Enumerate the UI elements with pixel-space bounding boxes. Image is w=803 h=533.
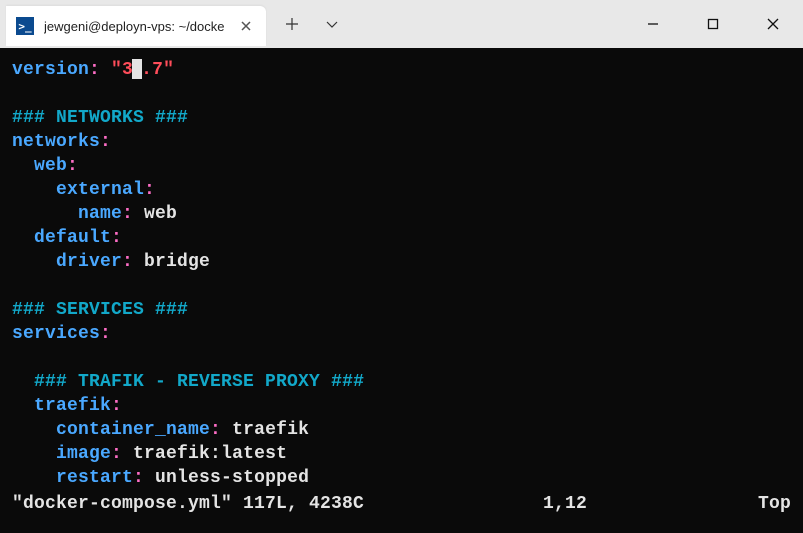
- status-cursorpos: 1,12: [543, 492, 587, 516]
- tab-close-button[interactable]: [238, 18, 254, 34]
- code-line: web:: [12, 154, 791, 178]
- key-token: container_name: [56, 420, 210, 440]
- code-line: name: web: [12, 202, 791, 226]
- colon-token: :: [100, 132, 111, 152]
- terminal-tab[interactable]: >_ jewgeni@deployn-vps: ~/docke: [6, 6, 266, 46]
- code-line: ### TRAFIK - REVERSE PROXY ###: [12, 370, 791, 394]
- key-token: networks: [12, 132, 100, 152]
- code-line: [12, 346, 791, 370]
- tab-actions: [272, 0, 352, 48]
- code-line: external:: [12, 178, 791, 202]
- title-bar: >_ jewgeni@deployn-vps: ~/docke: [0, 0, 803, 48]
- powershell-icon: >_: [16, 17, 34, 35]
- string-token: "3: [111, 60, 133, 80]
- code-line: default:: [12, 226, 791, 250]
- colon-token: :: [111, 444, 122, 464]
- window-controls: [623, 0, 803, 48]
- editor-cursor: [132, 59, 142, 79]
- key-token: services: [12, 324, 100, 344]
- colon-token: :: [122, 204, 133, 224]
- code-line: image: traefik:latest: [12, 442, 791, 466]
- key-token: driver: [56, 252, 122, 272]
- comment-token: ### TRAFIK - REVERSE PROXY ###: [34, 372, 364, 392]
- plain-token: web: [133, 204, 177, 224]
- code-line: container_name: traefik: [12, 418, 791, 442]
- key-token: external: [56, 180, 144, 200]
- key-token: version: [12, 60, 89, 80]
- code-line: networks:: [12, 130, 791, 154]
- colon-token: :: [144, 180, 155, 200]
- tab-dropdown-button[interactable]: [312, 0, 352, 48]
- colon-token: :: [67, 156, 78, 176]
- comment-token: ### SERVICES ###: [12, 300, 188, 320]
- tab-title: jewgeni@deployn-vps: ~/docke: [44, 19, 228, 34]
- colon-token: :: [100, 324, 111, 344]
- key-token: traefik: [34, 396, 111, 416]
- key-token: web: [34, 156, 67, 176]
- colon-token: :: [210, 420, 221, 440]
- colon-token: :: [122, 252, 133, 272]
- plain-token: bridge: [133, 252, 210, 272]
- key-token: image: [56, 444, 111, 464]
- string-token: .7": [141, 60, 174, 80]
- maximize-button[interactable]: [683, 0, 743, 48]
- comment-token: ### NETWORKS ###: [12, 108, 188, 128]
- new-tab-button[interactable]: [272, 0, 312, 48]
- plain-token: unless-stopped: [144, 468, 309, 488]
- status-scroll: Top: [758, 492, 791, 516]
- close-window-button[interactable]: [743, 0, 803, 48]
- code-line: [12, 274, 791, 298]
- plain-token: traefik:latest: [122, 444, 287, 464]
- code-line: restart: unless-stopped: [12, 466, 791, 490]
- code-line: services:: [12, 322, 791, 346]
- code-line: driver: bridge: [12, 250, 791, 274]
- code-line: version: "3 .7": [12, 58, 791, 82]
- key-token: name: [78, 204, 122, 224]
- colon-token: :: [111, 396, 122, 416]
- key-token: default: [34, 228, 111, 248]
- minimize-button[interactable]: [623, 0, 683, 48]
- plain-token: traefik: [221, 420, 309, 440]
- terminal-viewport[interactable]: version: "3.7"### NETWORKS ###networks: …: [0, 48, 803, 533]
- code-line: ### NETWORKS ###: [12, 106, 791, 130]
- vim-status-line: "docker-compose.yml" 117L, 4238C 1,12 To…: [12, 492, 791, 516]
- code-line: traefik:: [12, 394, 791, 418]
- editor-content: version: "3.7"### NETWORKS ###networks: …: [12, 58, 791, 490]
- plain-token: [100, 60, 111, 80]
- code-line: [12, 82, 791, 106]
- colon-token: :: [89, 60, 100, 80]
- colon-token: :: [133, 468, 144, 488]
- colon-token: :: [111, 228, 122, 248]
- key-token: restart: [56, 468, 133, 488]
- status-filename: "docker-compose.yml" 117L, 4238C: [12, 492, 364, 516]
- code-line: ### SERVICES ###: [12, 298, 791, 322]
